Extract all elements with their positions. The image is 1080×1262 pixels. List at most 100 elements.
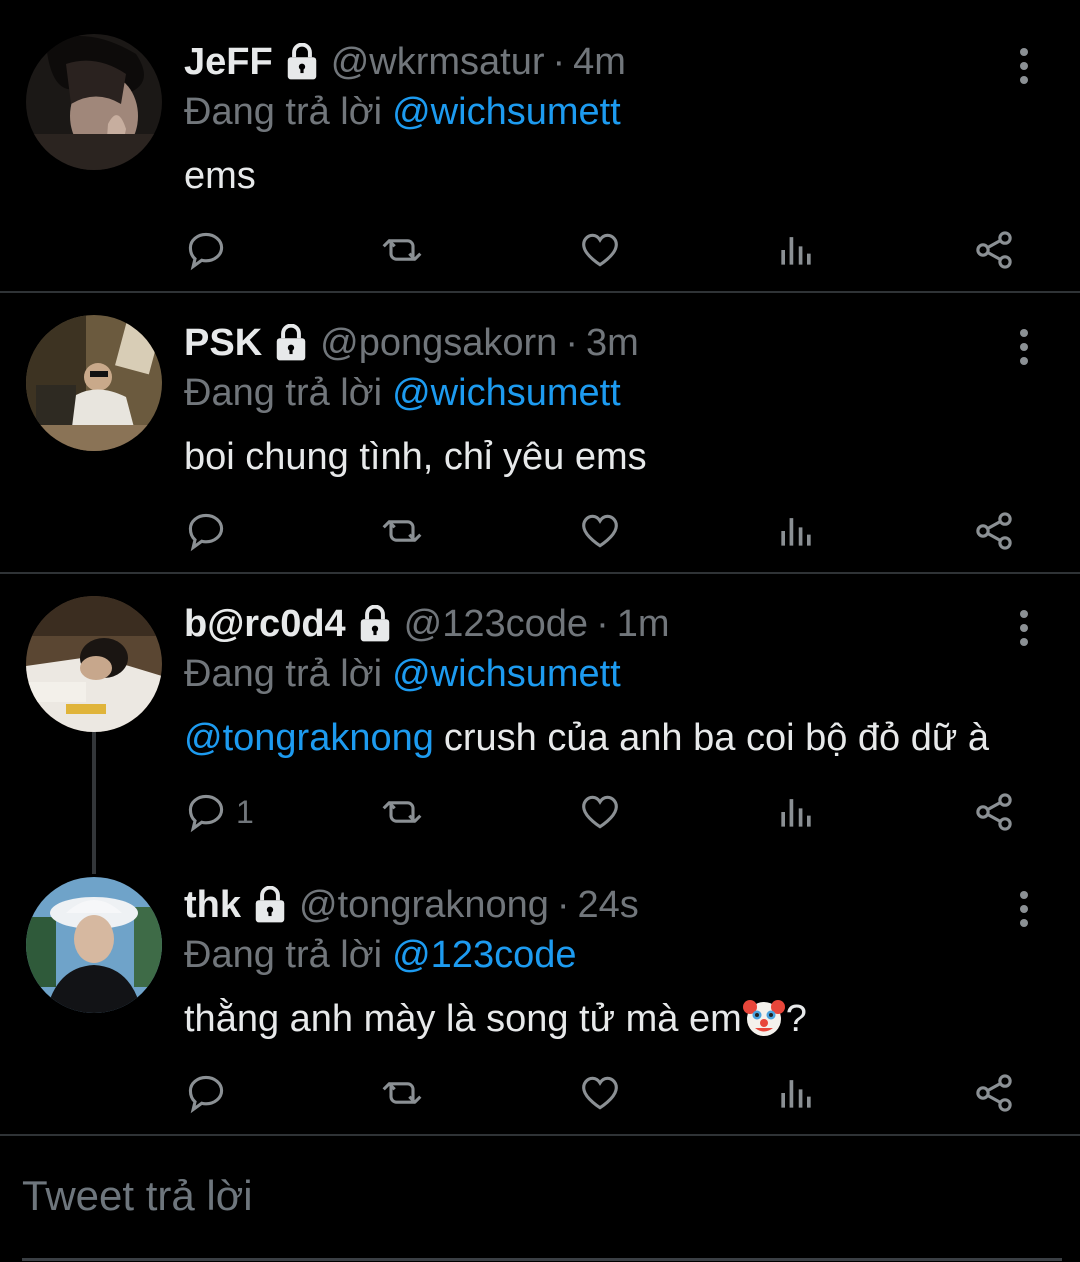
- avatar[interactable]: [26, 315, 162, 451]
- divider: [0, 572, 1080, 574]
- reply-icon: [188, 232, 224, 271]
- tweet-text: @tongraknong crush của anh ba coi bộ đỏ d…: [184, 710, 989, 766]
- reply-count: 1: [236, 793, 254, 830]
- reply-button[interactable]: [184, 220, 236, 280]
- timestamp[interactable]: 4m: [573, 34, 626, 90]
- like-button[interactable]: [578, 1063, 622, 1123]
- display-name[interactable]: b@rc0d4: [184, 596, 346, 652]
- heart-icon: [582, 1076, 618, 1110]
- replying-to: Đang trả lời @wichsumett: [184, 646, 621, 702]
- mention-link[interactable]: @tongraknong: [184, 717, 434, 759]
- avatar-image: [26, 877, 162, 1013]
- replying-to-link[interactable]: @wichsumett: [392, 653, 621, 695]
- heart-icon: [582, 795, 618, 829]
- replying-to: Đang trả lời @123code: [184, 927, 577, 983]
- tweet-text: thằng anh mày là song tử mà em?: [184, 991, 807, 1047]
- share-icon: [976, 1074, 1012, 1112]
- like-button[interactable]: [578, 782, 622, 842]
- replying-to: Đang trả lời @wichsumett: [184, 84, 621, 140]
- tweet-text-content: crush của anh ba coi bộ đỏ dữ à: [443, 717, 989, 759]
- avatar[interactable]: [26, 34, 162, 170]
- analytics-icon: [781, 1080, 811, 1108]
- timestamp[interactable]: 3m: [586, 315, 639, 371]
- avatar[interactable]: [26, 877, 162, 1013]
- retweet-icon: [382, 239, 422, 261]
- heart-icon: [582, 233, 618, 267]
- retweet-icon: [382, 520, 422, 542]
- avatar-image: [26, 34, 162, 170]
- action-bar: 1: [184, 782, 1024, 842]
- replying-label: Đang trả lời: [184, 91, 383, 133]
- clown-face-emoji: [742, 995, 786, 1039]
- retweet-icon: [382, 801, 422, 823]
- timestamp[interactable]: 24s: [578, 877, 639, 933]
- replying-to-link[interactable]: @wichsumett: [392, 372, 621, 414]
- display-name[interactable]: PSK: [184, 315, 262, 371]
- display-name[interactable]: thk: [184, 877, 241, 933]
- share-icon: [976, 793, 1012, 831]
- user-handle[interactable]: @pongsakorn: [320, 315, 557, 371]
- share-button[interactable]: [972, 220, 1016, 280]
- action-bar: [184, 220, 1024, 280]
- tweet-text: ems: [184, 148, 256, 204]
- avatar[interactable]: [26, 596, 162, 732]
- composer-underline: [22, 1258, 1062, 1261]
- like-button[interactable]: [578, 501, 622, 561]
- reply-button[interactable]: [184, 1063, 236, 1123]
- user-handle[interactable]: @wkrmsatur: [331, 34, 545, 90]
- reply-button[interactable]: 1: [184, 782, 254, 842]
- lock-icon: [283, 43, 321, 81]
- reply-button[interactable]: [184, 501, 236, 561]
- tweet-text-content: ems: [184, 155, 256, 197]
- analytics-icon: [781, 518, 811, 546]
- lock-icon: [251, 886, 289, 924]
- replying-label: Đang trả lời: [184, 653, 383, 695]
- retweet-button[interactable]: [380, 501, 424, 561]
- more-vertical-icon[interactable]: [1010, 327, 1038, 367]
- reply-icon: [188, 513, 224, 552]
- share-button[interactable]: [972, 501, 1016, 561]
- avatar-image: [26, 596, 162, 732]
- user-handle[interactable]: @tongraknong: [299, 877, 549, 933]
- timestamp[interactable]: 1m: [617, 596, 670, 652]
- replying-to: Đang trả lời @wichsumett: [184, 365, 621, 421]
- share-button[interactable]: [972, 782, 1016, 842]
- more-vertical-icon[interactable]: [1010, 889, 1038, 929]
- more-vertical-icon[interactable]: [1010, 608, 1038, 648]
- replying-to-link[interactable]: @wichsumett: [392, 91, 621, 133]
- more-vertical-icon[interactable]: [1010, 46, 1038, 86]
- share-icon: [976, 231, 1012, 269]
- share-icon: [976, 512, 1012, 550]
- share-button[interactable]: [972, 1063, 1016, 1123]
- analytics-button[interactable]: [774, 501, 818, 561]
- analytics-icon: [781, 237, 811, 265]
- analytics-button[interactable]: [774, 1063, 818, 1123]
- retweet-button[interactable]: [380, 1063, 424, 1123]
- divider: [0, 291, 1080, 293]
- retweet-button[interactable]: [380, 782, 424, 842]
- replying-label: Đang trả lời: [184, 934, 383, 976]
- tweet-text-suffix: ?: [785, 998, 807, 1040]
- separator: ·: [556, 884, 570, 926]
- analytics-button[interactable]: [774, 782, 818, 842]
- like-button[interactable]: [578, 220, 622, 280]
- separator: ·: [565, 322, 578, 364]
- analytics-button[interactable]: [774, 220, 818, 280]
- action-bar: [184, 1063, 1024, 1123]
- lock-icon: [272, 324, 310, 362]
- analytics-icon: [781, 799, 811, 827]
- separator: ·: [596, 603, 609, 645]
- display-name[interactable]: JeFF: [184, 34, 273, 90]
- user-handle[interactable]: @123code: [404, 596, 588, 652]
- reply-icon: [188, 794, 224, 833]
- tweet-text: boi chung tình, chỉ yêu ems: [184, 429, 647, 485]
- replying-to-link[interactable]: @123code: [392, 934, 576, 976]
- divider: [0, 1134, 1080, 1136]
- lock-icon: [356, 605, 394, 643]
- retweet-button[interactable]: [380, 220, 424, 280]
- action-bar: [184, 501, 1024, 561]
- tweet-text-content: boi chung tình, chỉ yêu ems: [184, 436, 647, 478]
- retweet-icon: [382, 1082, 422, 1104]
- reply-composer-input[interactable]: Tweet trả lời: [22, 1166, 253, 1226]
- avatar-image: [26, 315, 162, 451]
